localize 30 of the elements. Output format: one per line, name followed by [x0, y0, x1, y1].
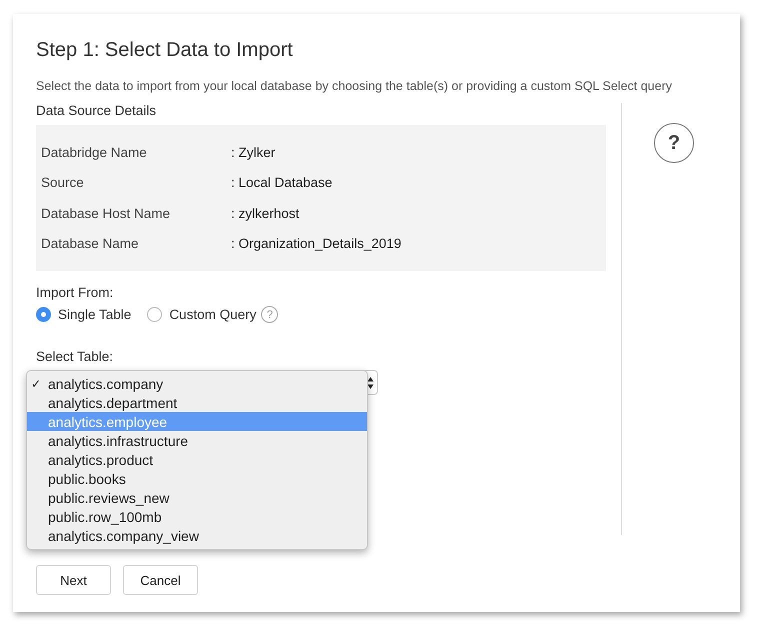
description: Select the data to import from your local database by choosing the table(s) or providing a custom SQL Select query — [36, 79, 673, 93]
section-heading: Data Source Details — [36, 103, 158, 118]
dropdown-option[interactable]: public.row_100mb — [27, 507, 367, 526]
detail-label: Database Name — [41, 236, 140, 252]
dropdown-option[interactable]: analytics.department — [27, 393, 367, 412]
dialog-title: Step 1: Select Data to Import — [36, 39, 294, 63]
radio-option[interactable]: Single Table — [36, 307, 132, 322]
radio-icon[interactable] — [36, 307, 51, 322]
detail-label: Source — [41, 175, 85, 190]
dropdown-option[interactable]: analytics.infrastructure — [27, 431, 367, 450]
dropdown-option[interactable]: public.books — [27, 469, 367, 488]
field-label: Select Table: — [36, 349, 114, 364]
detail-value: : Organization_Details_2019 — [231, 236, 402, 252]
stepper-arrows-icon — [367, 376, 374, 390]
check-mark: ✓ — [31, 376, 42, 390]
dropdown-option[interactable]: public.reviews_new — [27, 488, 367, 507]
detail-value: : zylkerhost — [231, 206, 300, 221]
detail-value: : Zylker — [231, 144, 276, 160]
detail-label: Database Host Name — [41, 206, 172, 221]
radio-option[interactable]: Custom Query ? — [147, 306, 278, 323]
help-button[interactable]: ? — [654, 123, 694, 163]
next-button[interactable]: Next — [36, 565, 111, 595]
dropdown-option[interactable]: analytics.product — [27, 450, 367, 469]
dropdown-option[interactable]: ✓ analytics.company — [27, 374, 367, 393]
detail-value: : Local Database — [231, 175, 332, 190]
radio-icon[interactable] — [147, 307, 162, 322]
field-label: Import From: — [36, 285, 114, 300]
detail-label: Databridge Name — [41, 144, 148, 160]
dropdown-option[interactable]: analytics.company_view — [27, 526, 367, 545]
cancel-button[interactable]: Cancel — [123, 565, 198, 595]
